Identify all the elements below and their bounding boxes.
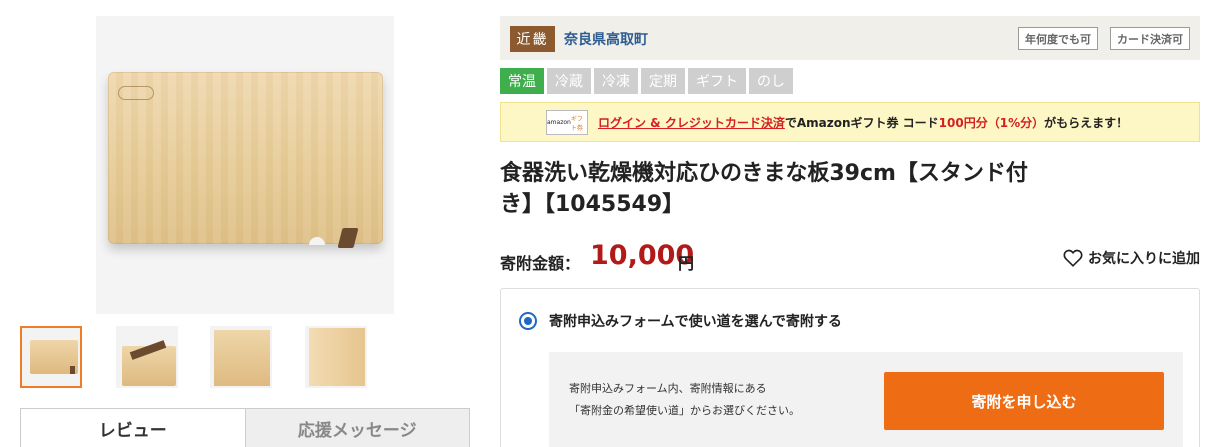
tag-room-temp: 常温 [500, 68, 544, 94]
board-notch [309, 237, 325, 245]
tag-refrigerated: 冷蔵 [547, 68, 591, 94]
login-card-link[interactable]: ログイン & クレジットカード決済 [598, 116, 785, 130]
delivery-tags: 常温 冷蔵 冷凍 定期 ギフト のし [500, 68, 793, 94]
tab-support-message[interactable]: 応援メッセージ [244, 409, 469, 447]
apply-donation-button[interactable]: 寄附を申し込む [884, 372, 1164, 430]
thumbnail-1[interactable] [20, 326, 82, 388]
thumbnail-3[interactable] [210, 326, 272, 388]
tab-review[interactable]: レビュー [21, 409, 245, 447]
review-tabs: レビュー 応援メッセージ [20, 408, 470, 447]
heart-icon [1063, 249, 1083, 267]
amazon-banner-text: ログイン & クレジットカード決済でAmazonギフト券 コード100円分（1%… [598, 116, 1129, 130]
tag-frozen: 冷凍 [594, 68, 638, 94]
amazon-gift-banner: amazon ギフト券 ログイン & クレジットカード決済でAmazonギフト券 … [500, 102, 1200, 142]
thumbnail-4[interactable] [305, 326, 367, 388]
multi-year-pill: 年何度でも可 [1018, 27, 1098, 50]
price-label: 寄附金額： [500, 254, 581, 273]
donation-box: 寄附申込みフォームで使い道を選んで寄附する 寄附申込みフォーム内、寄附情報にある… [500, 288, 1200, 447]
product-main-image[interactable] [96, 16, 394, 314]
region-bar: 近畿 奈良県高取町 年何度でも可 カード決済可 [500, 16, 1200, 60]
donation-panel: 寄附申込みフォーム内、寄附情報にある 「寄附金の希望使い道」からお選びください。… [549, 352, 1183, 447]
board-stand [337, 228, 359, 248]
tag-gift: ギフト [688, 68, 746, 94]
thumbnail-strip [20, 326, 380, 390]
donation-option[interactable]: 寄附申込みフォームで使い道を選んで寄附する [519, 311, 842, 331]
price-row: 寄附金額： 10,000 円 お気に入りに追加 [500, 240, 1200, 276]
card-payment-pill: カード決済可 [1110, 27, 1190, 50]
region-badge: 近畿 [510, 26, 555, 52]
favorites-label: お気に入りに追加 [1088, 251, 1200, 267]
product-title: 食器洗い乾燥機対応ひのきまな板39cm【スタンド付き】【1045549】 [500, 161, 1028, 217]
radio-selected-icon[interactable] [519, 312, 537, 330]
cutting-board-image [108, 72, 383, 245]
donation-option-label: 寄附申込みフォームで使い道を選んで寄附する [549, 314, 842, 330]
municipality-link[interactable]: 奈良県高取町 [564, 29, 648, 49]
tag-subscription: 定期 [641, 68, 685, 94]
amazon-gift-card-icon: amazon ギフト券 [546, 110, 588, 135]
price-unit: 円 [678, 254, 695, 273]
board-logo-mark [118, 86, 154, 100]
add-to-favorites-button[interactable]: お気に入りに追加 [1063, 248, 1200, 268]
donation-note: 寄附申込みフォーム内、寄附情報にある 「寄附金の希望使い道」からお選びください。 [569, 382, 800, 417]
thumbnail-2[interactable] [116, 326, 178, 388]
tag-noshi: のし [749, 68, 793, 94]
